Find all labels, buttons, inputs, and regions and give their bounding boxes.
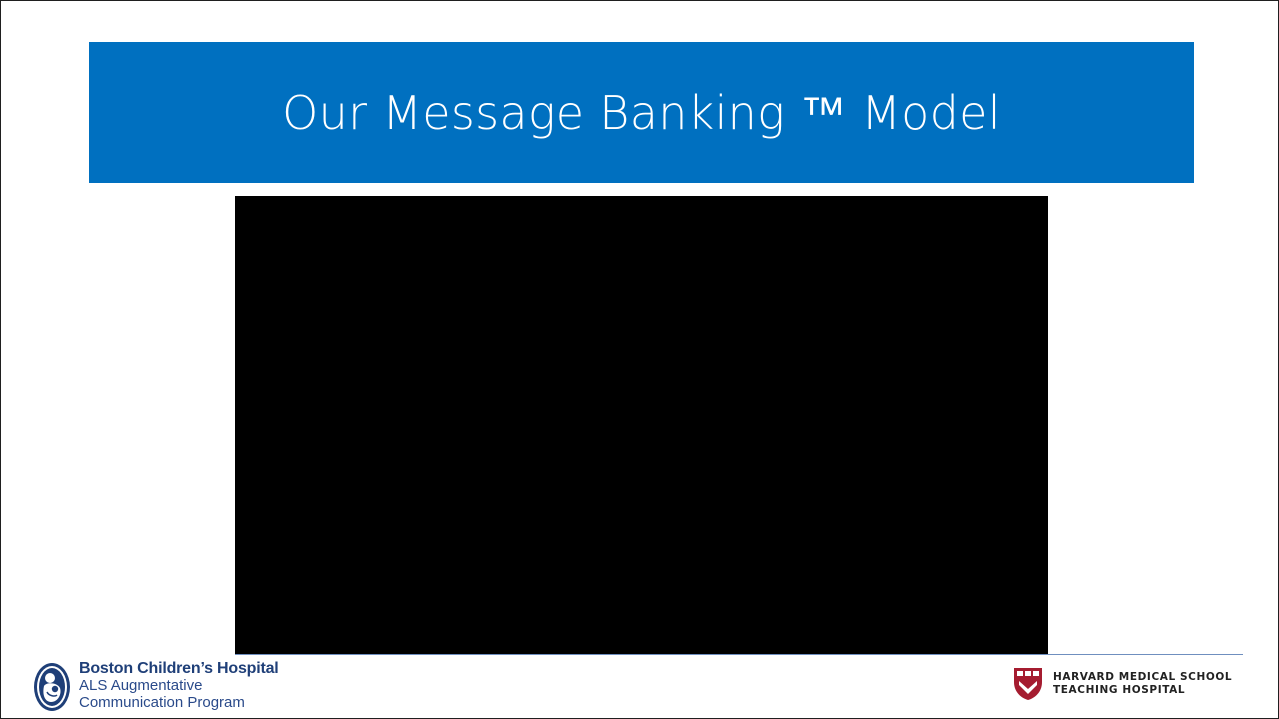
harvard-shield-icon — [1014, 668, 1042, 700]
harvard-line-1: HARVARD MEDICAL SCHOOL — [1053, 671, 1233, 683]
video-player[interactable] — [235, 196, 1048, 654]
slide: Our Message Banking ™ Model Boston Child… — [0, 0, 1279, 719]
title-banner: Our Message Banking ™ Model — [89, 42, 1194, 183]
harvard-medical-logo: HARVARD MEDICAL SCHOOL TEACHING HOSPITAL — [1013, 667, 1232, 701]
program-line-1: ALS Augmentative — [79, 677, 203, 694]
hospital-name: Boston Children’s Hospital — [79, 660, 279, 677]
boston-childrens-emblem-icon — [34, 663, 70, 711]
footer-divider — [235, 654, 1243, 655]
slide-title: Our Message Banking ™ Model — [282, 85, 1001, 140]
harvard-line-2: TEACHING HOSPITAL — [1053, 684, 1186, 696]
boston-childrens-logo: Boston Children’s Hospital ALS Augmentat… — [33, 660, 279, 712]
program-line-2: Communication Program — [79, 694, 245, 711]
